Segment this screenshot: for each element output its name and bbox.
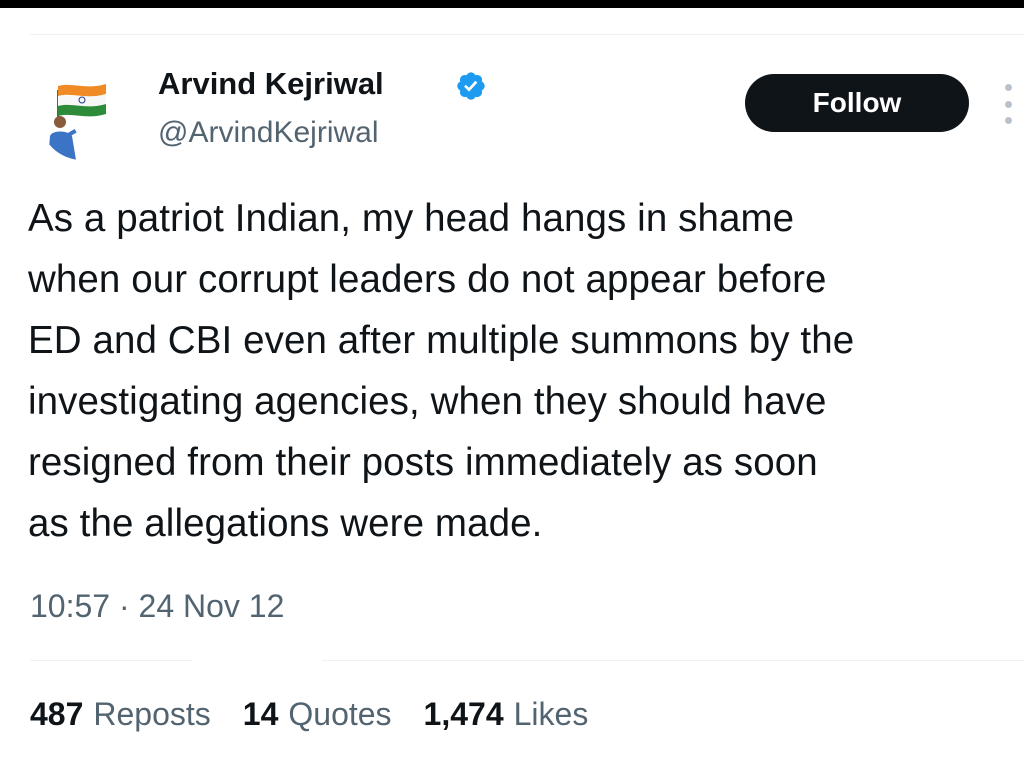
avatar[interactable]: [40, 76, 124, 160]
follow-button[interactable]: Follow: [745, 74, 969, 132]
dot: [1004, 100, 1012, 108]
divider: [322, 660, 1024, 661]
quotes-stat[interactable]: 14 Quotes: [243, 696, 392, 733]
user-handle[interactable]: @ArvindKejriwal: [158, 116, 379, 150]
more-vertical-icon[interactable]: [998, 84, 1018, 124]
engagement-stats: 487 Reposts 14 Quotes 1,474 Likes: [30, 696, 588, 733]
divider: [30, 660, 192, 661]
reposts-stat[interactable]: 487 Reposts: [30, 696, 211, 733]
quotes-count: 14: [242, 696, 279, 732]
likes-count: 1,474: [423, 696, 504, 732]
verified-badge-icon: [457, 72, 485, 100]
likes-label: Likes: [513, 696, 589, 732]
display-name[interactable]: Arvind Kejriwal: [158, 66, 384, 102]
dot: [1004, 84, 1012, 91]
likes-stat[interactable]: 1,474 Likes: [424, 696, 589, 733]
avatar-image: [40, 76, 124, 160]
tweet-text: As a patriot Indian, my head hangs in sh…: [28, 197, 855, 545]
dot: [1004, 117, 1012, 124]
quotes-label: Quotes: [288, 696, 392, 732]
divider: [30, 34, 1024, 35]
reposts-label: Reposts: [93, 696, 211, 732]
tweet-timestamp[interactable]: 10:57 · 24 Nov 12: [30, 588, 284, 625]
top-bar: [0, 0, 1024, 8]
reposts-count: 487: [30, 696, 84, 732]
